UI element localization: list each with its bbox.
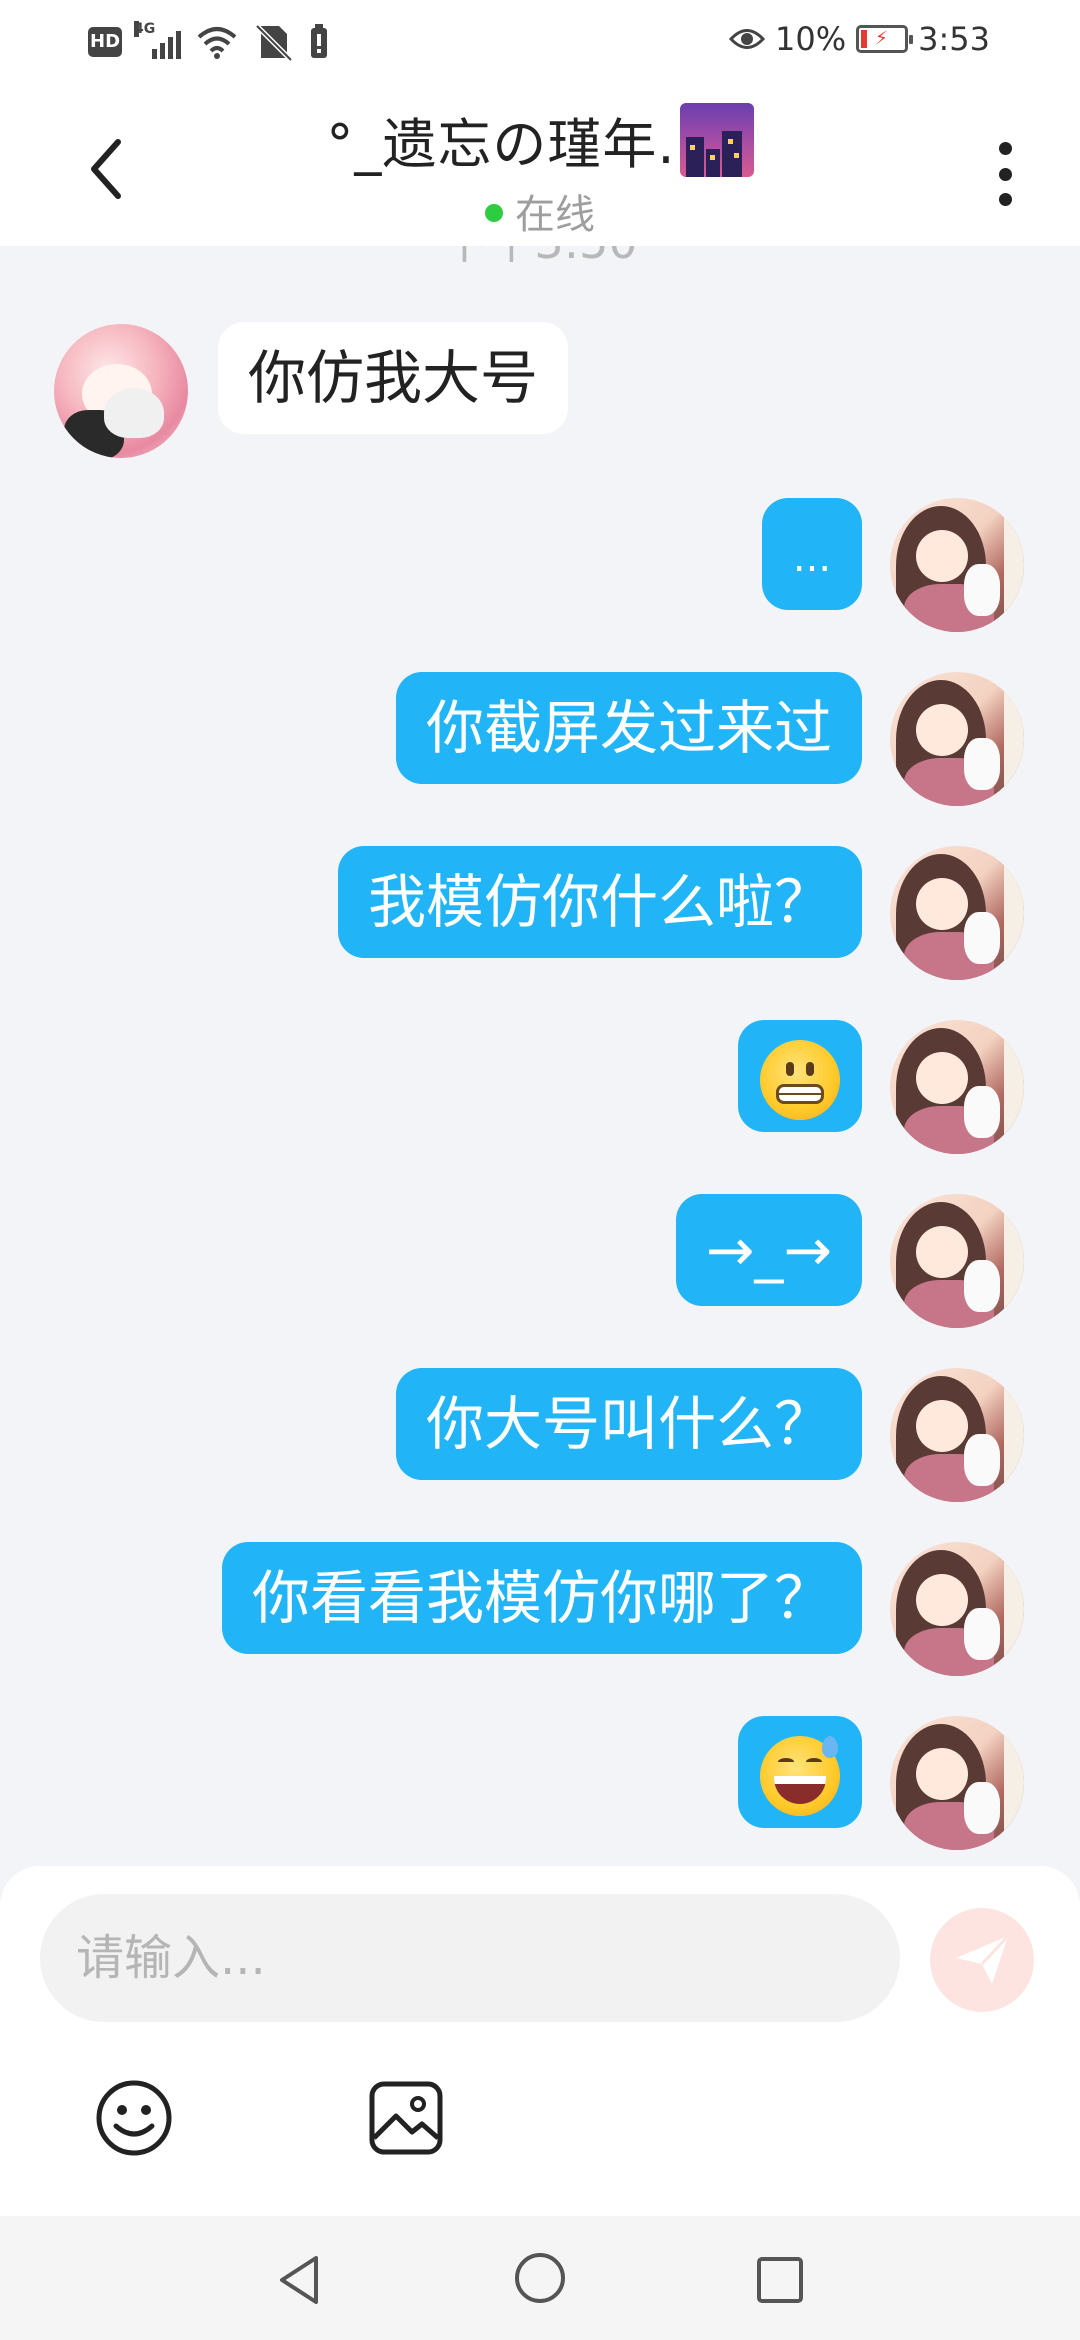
message-bubble-sent[interactable]	[738, 1716, 862, 1828]
my-avatar[interactable]	[890, 498, 1024, 632]
my-avatar[interactable]	[890, 1020, 1024, 1154]
night-city-emoji-icon	[679, 103, 754, 177]
system-navigation-bar	[0, 2216, 1080, 2340]
input-panel	[0, 1866, 1080, 2216]
contact-name-row: °_遗忘の瑾年.	[0, 100, 1080, 179]
message-bubble-received[interactable]: 你仿我大号	[218, 322, 569, 434]
no-sim-icon	[255, 24, 293, 62]
online-dot-icon	[485, 204, 503, 222]
message-timestamp: 下午3:50	[0, 246, 1080, 272]
my-avatar[interactable]	[890, 1194, 1024, 1328]
status-bar: HD 4G 10% ⚡ 3:53	[0, 0, 1080, 86]
circle-home-icon	[515, 2253, 565, 2303]
my-avatar[interactable]	[890, 1368, 1024, 1502]
square-recents-icon	[757, 2257, 803, 2303]
grimacing-face-icon	[760, 1039, 840, 1120]
nav-recents-button[interactable]	[752, 2252, 808, 2308]
eye-comfort-icon	[729, 29, 766, 49]
chat-area[interactable]: 下午3:50 你仿我大号 ... 你截屏发过来过 我模仿你什么啦？ →_→ 你大…	[0, 246, 1080, 1866]
contact-avatar[interactable]	[54, 324, 188, 458]
hd-badge: HD	[88, 27, 122, 57]
grinning-face-with-sweat-icon	[760, 1735, 840, 1816]
nav-back-button[interactable]	[272, 2252, 328, 2308]
my-avatar[interactable]	[890, 1716, 1024, 1850]
image-button[interactable]	[366, 2078, 446, 2158]
message-bubble-sent[interactable]: 我模仿你什么啦？	[337, 846, 862, 958]
message-input[interactable]	[40, 1894, 900, 2022]
chat-header: °_遗忘の瑾年. 在线	[0, 86, 1080, 246]
message-bubble-sent[interactable]: 你截屏发过来过	[395, 672, 862, 784]
message-bubble-sent[interactable]: →_→	[675, 1194, 862, 1306]
cellular-signal-icon: 4G	[134, 21, 181, 59]
message-bubble-sent[interactable]	[738, 1020, 862, 1132]
status-right: 10% ⚡ 3:53	[729, 20, 990, 58]
more-options-button[interactable]	[990, 134, 1020, 214]
nav-home-button[interactable]	[512, 2250, 568, 2306]
more-dot-icon	[998, 193, 1012, 206]
my-avatar[interactable]	[890, 672, 1024, 806]
wifi-icon	[197, 27, 237, 59]
contact-name: °_遗忘の瑾年.	[326, 113, 676, 176]
battery-icon: ⚡	[856, 25, 914, 53]
send-button[interactable]	[930, 1908, 1034, 2012]
status-left: HD 4G	[88, 21, 329, 62]
more-dot-icon	[998, 167, 1012, 181]
network-type-label: 4G	[134, 21, 156, 37]
emoji-button[interactable]	[94, 2078, 174, 2158]
online-status-label: 在线	[515, 192, 595, 238]
triangle-back-icon	[280, 2256, 318, 2304]
battery-percent: 10%	[775, 20, 847, 58]
my-avatar[interactable]	[890, 1542, 1024, 1676]
image-icon	[369, 2081, 443, 2155]
message-bubble-sent[interactable]: 你看看我模仿你哪了？	[221, 1542, 862, 1654]
online-status: 在线	[0, 182, 1080, 240]
battery-alert-icon	[311, 24, 327, 58]
clock: 3:53	[918, 20, 990, 58]
my-avatar[interactable]	[890, 846, 1024, 980]
message-bubble-sent[interactable]: ...	[762, 498, 862, 610]
message-bubble-sent[interactable]: 你大号叫什么？	[395, 1368, 862, 1480]
more-dot-icon	[998, 142, 1012, 155]
paper-plane-icon	[956, 1934, 1010, 1984]
smiley-icon	[96, 2080, 172, 2156]
